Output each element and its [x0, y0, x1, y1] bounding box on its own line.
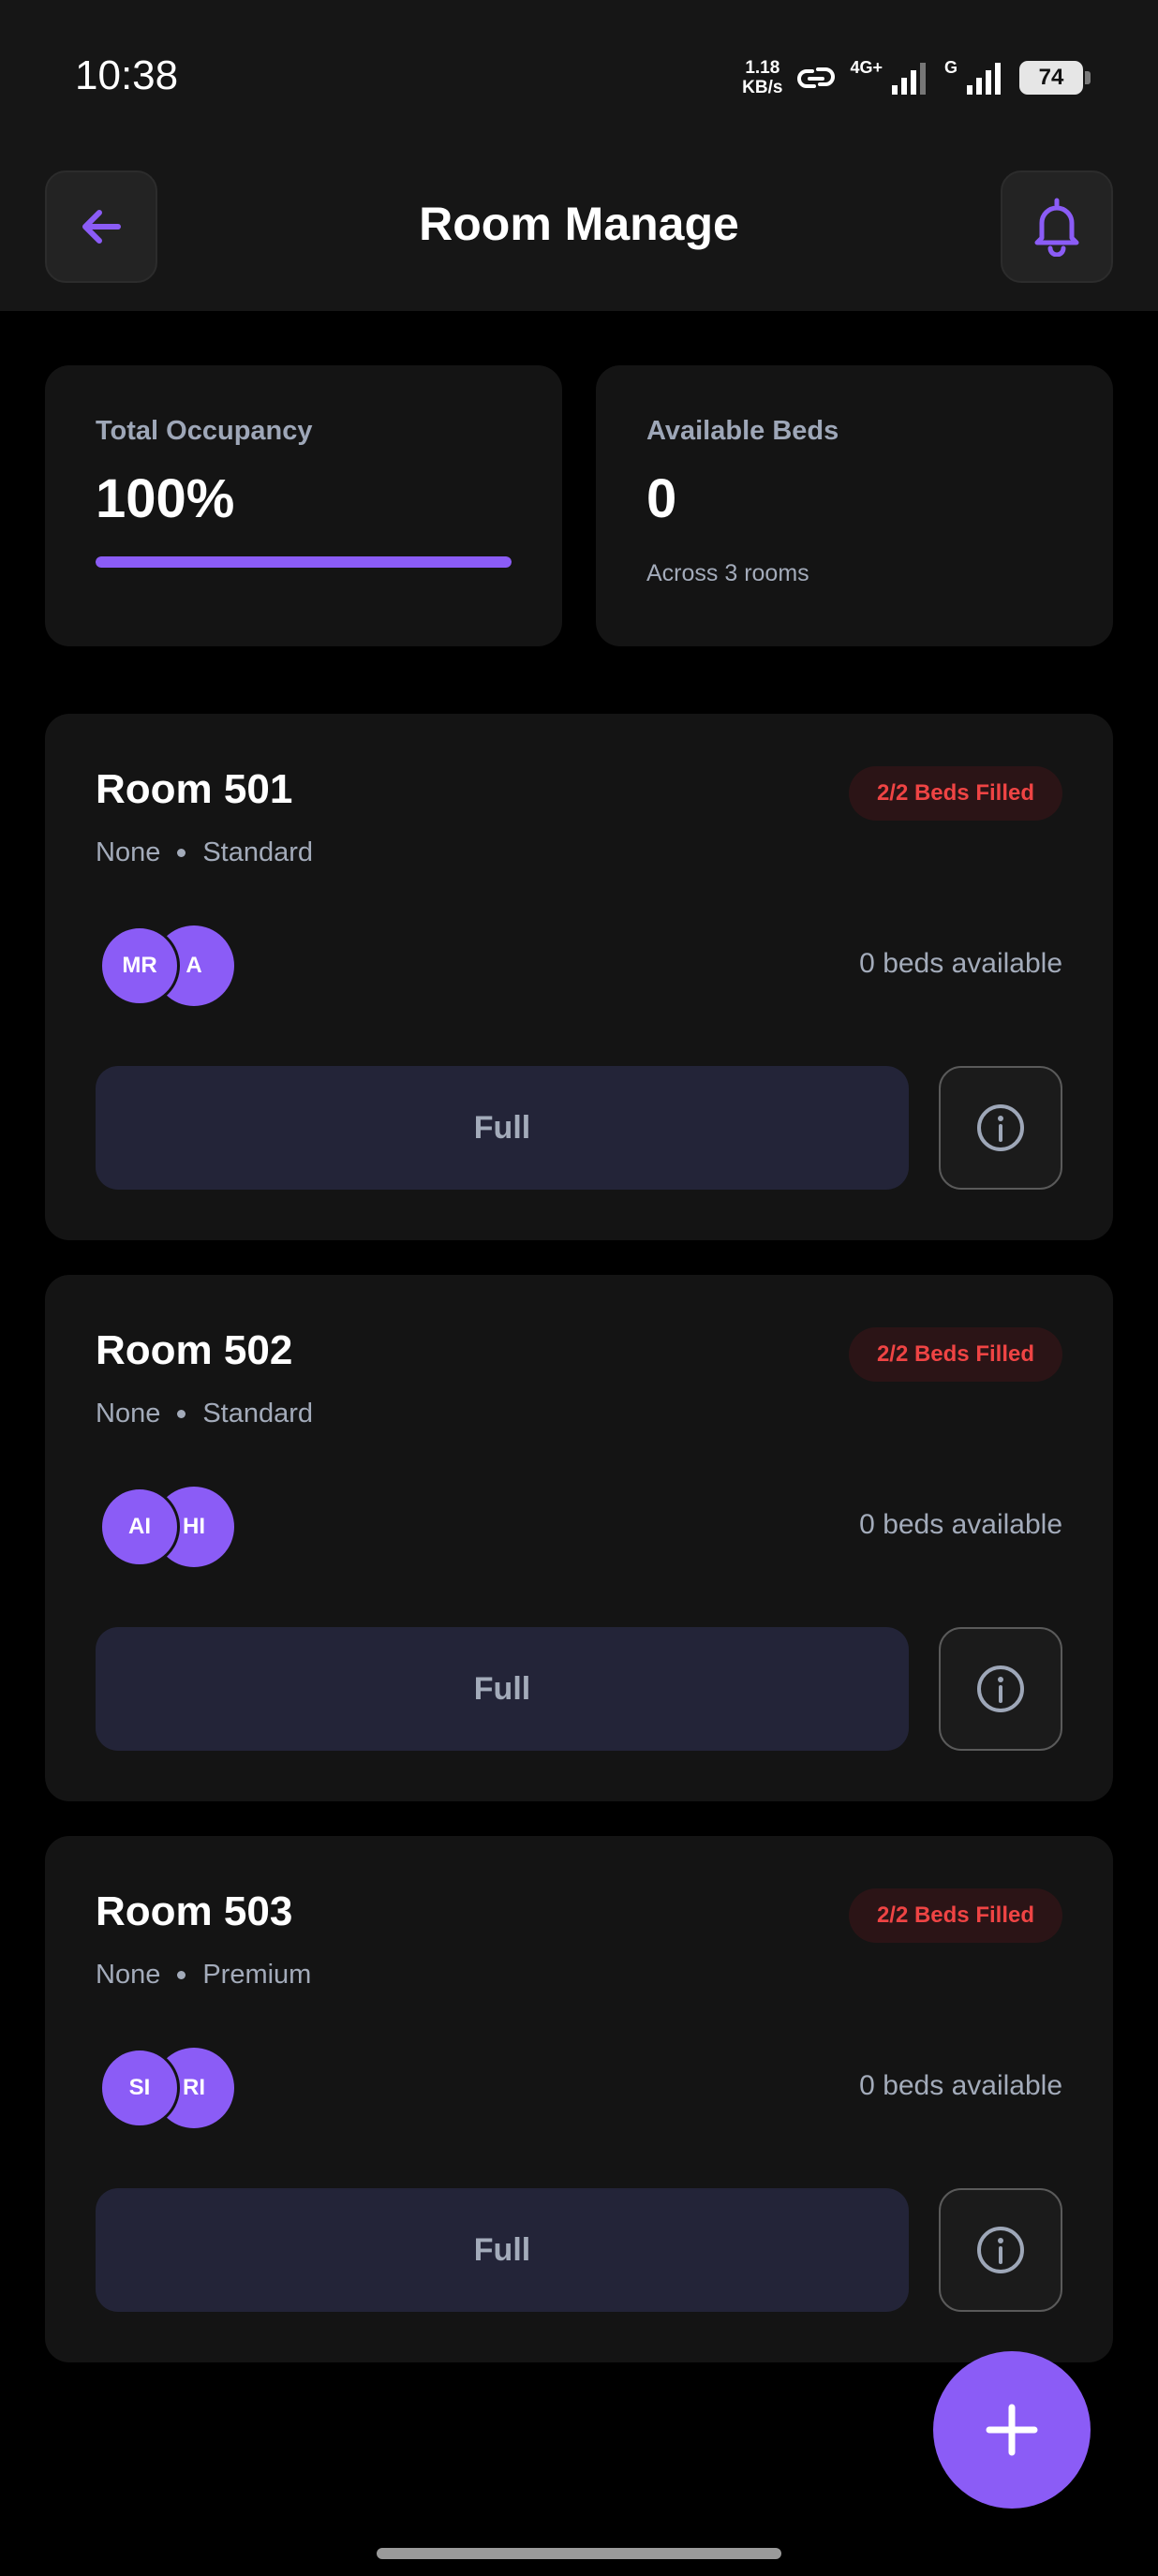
room-meta: None Standard: [96, 1399, 313, 1429]
network-type-1: 4G+: [850, 57, 883, 77]
plus-icon: [986, 2404, 1038, 2456]
info-button[interactable]: [939, 1066, 1062, 1190]
beds-available: 0 beds available: [859, 948, 1062, 979]
room-floor: None: [96, 1399, 161, 1429]
battery-icon: 74: [1019, 61, 1091, 95]
battery-level: 74: [1038, 65, 1064, 90]
room-type: Standard: [202, 837, 314, 867]
info-button[interactable]: [939, 2188, 1062, 2312]
occupancy-progress-bar: [96, 556, 512, 568]
page-title: Room Manage: [419, 198, 739, 250]
avatar[interactable]: SI: [99, 2048, 180, 2128]
occupancy-progress-fill: [96, 556, 512, 568]
occupant-avatars: SI RI: [99, 2048, 249, 2128]
signal-icon-1: [891, 63, 926, 95]
total-occupancy-card: Total Occupancy 100%: [45, 365, 562, 646]
bell-icon: [1034, 198, 1079, 257]
app-header: Room Manage: [0, 159, 1158, 311]
available-beds-card: Available Beds 0 Across 3 rooms: [596, 365, 1113, 646]
occupancy-value: 100%: [96, 468, 235, 529]
notifications-button[interactable]: [1001, 170, 1113, 283]
status-badge: 2/2 Beds Filled: [848, 1327, 1062, 1382]
status-badge: 2/2 Beds Filled: [848, 766, 1062, 821]
room-card: Room 503 None Premium 2/2 Beds Filled SI…: [45, 1836, 1113, 2362]
room-type: Standard: [202, 1399, 314, 1429]
network-type-2: G: [943, 57, 958, 77]
signal-icon-2: [967, 63, 1001, 95]
room-card: Room 502 None Standard 2/2 Beds Filled A…: [45, 1275, 1113, 1801]
occupant-avatars: MR A: [99, 925, 249, 1006]
status-badge: 2/2 Beds Filled: [848, 1888, 1062, 1943]
avatar[interactable]: AI: [99, 1487, 180, 1567]
separator-dot: [177, 1410, 186, 1418]
room-title: Room 502: [96, 1327, 293, 1373]
room-floor: None: [96, 1960, 161, 1990]
full-button[interactable]: Full: [96, 2188, 909, 2312]
separator-dot: [177, 1971, 186, 1979]
info-icon: [977, 1104, 1024, 1151]
avatar[interactable]: MR: [99, 925, 180, 1006]
full-button[interactable]: Full: [96, 1066, 909, 1190]
status-time: 10:38: [75, 52, 179, 98]
add-room-button[interactable]: [933, 2351, 1091, 2509]
room-floor: None: [96, 837, 161, 867]
room-card: Room 501 None Standard 2/2 Beds Filled M…: [45, 714, 1113, 1240]
info-icon: [977, 2227, 1024, 2273]
separator-dot: [177, 849, 186, 857]
available-beds-value: 0: [646, 468, 677, 529]
occupant-avatars: AI HI: [99, 1487, 249, 1567]
info-icon: [977, 1666, 1024, 1712]
room-type: Premium: [202, 1960, 312, 1990]
occupancy-label: Total Occupancy: [96, 416, 313, 446]
beds-available: 0 beds available: [859, 1509, 1062, 1540]
info-button[interactable]: [939, 1627, 1062, 1751]
room-title: Room 503: [96, 1888, 293, 1934]
link-icon: [797, 67, 836, 88]
room-meta: None Standard: [96, 837, 313, 868]
home-indicator[interactable]: [377, 2548, 781, 2559]
status-bar: 10:38 1.18 KB/s 4G+ G 74: [0, 0, 1158, 159]
beds-available: 0 beds available: [859, 2070, 1062, 2101]
available-beds-subtitle: Across 3 rooms: [646, 560, 809, 586]
available-beds-label: Available Beds: [646, 416, 839, 446]
room-meta: None Premium: [96, 1960, 311, 1991]
full-button[interactable]: Full: [96, 1627, 909, 1751]
room-title: Room 501: [96, 766, 293, 812]
status-icons: 1.18 KB/s 4G+ G 74: [742, 54, 1091, 101]
network-speed: 1.18 KB/s: [742, 58, 783, 97]
